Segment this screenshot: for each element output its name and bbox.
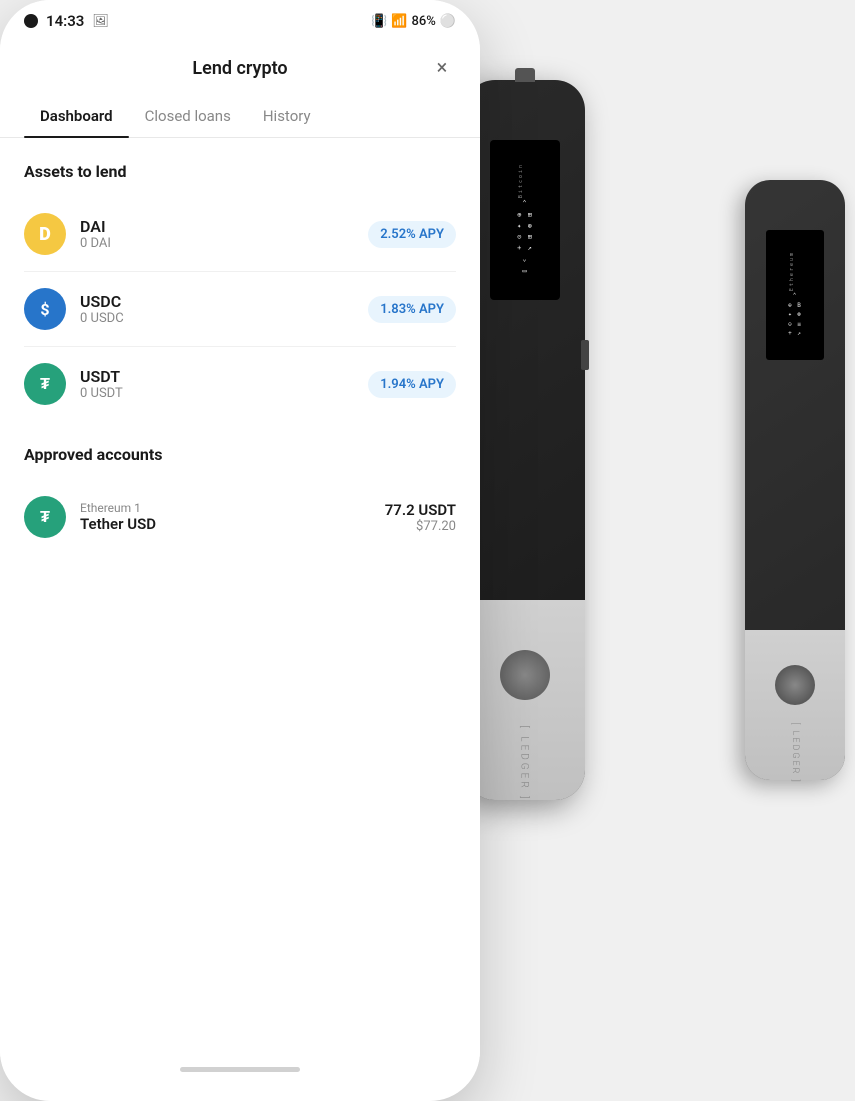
usdc-name: USDC: [80, 292, 368, 311]
image-icon: 🖼: [92, 14, 109, 29]
account-usdt-symbol: ₮: [40, 507, 50, 527]
main-content: Assets to lend D DAI 0 DAI 2.52% APY: [0, 138, 480, 1055]
usdc-balance: 0 USDC: [80, 311, 368, 326]
account-item-usdt[interactable]: ₮ Ethereum 1 Tether USD 77.2 USDT $77.20: [24, 480, 456, 554]
asset-list: D DAI 0 DAI 2.52% APY $ USDC 0 USDC: [24, 197, 456, 421]
screen-content-main: Bitcoin ⌃ ⊕ ⊞ ✦ ⊛ ⊝ ⊞ + ↗ ⌄ ▭: [517, 163, 533, 276]
usdt-balance: 0 USDT: [80, 386, 368, 401]
ledger-bottom-main: [ LEDGER ]: [465, 600, 585, 800]
amount-fiat: $77.20: [385, 519, 456, 534]
modal-container: Lend crypto × Dashboard Closed loans His…: [0, 38, 480, 1084]
ledger-body-main: Bitcoin ⌃ ⊕ ⊞ ✦ ⊛ ⊝ ⊞ + ↗ ⌄ ▭ [ LEDGER ]: [465, 80, 585, 800]
tab-closed-loans[interactable]: Closed loans: [129, 95, 247, 137]
asset-item-usdt[interactable]: ₮ USDT 0 USDT 1.94% APY: [24, 347, 456, 421]
home-bar: [180, 1067, 300, 1072]
signal-icon: 📶: [391, 14, 407, 29]
dai-name: DAI: [80, 217, 368, 236]
usdc-symbol: $: [40, 300, 49, 319]
usdc-info: USDC 0 USDC: [80, 292, 368, 326]
dai-info: DAI 0 DAI: [80, 217, 368, 251]
usdt-apy: 1.94% APY: [368, 371, 456, 398]
amount-value: 77.2 USDT: [385, 501, 456, 519]
dai-symbol: D: [39, 224, 51, 245]
status-time: 14:33: [46, 12, 84, 30]
usdt-symbol: ₮: [40, 374, 50, 394]
ledger-bottom-secondary: [ LEDGER ]: [745, 630, 845, 780]
usdc-icon: $: [24, 288, 66, 330]
ledger-brand-text-secondary: [ LEDGER ]: [790, 722, 800, 783]
account-name: Tether USD: [80, 515, 385, 533]
usdc-apy: 1.83% APY: [368, 296, 456, 323]
ledger-right-button[interactable]: [581, 340, 589, 370]
dai-apy: 2.52% APY: [368, 221, 456, 248]
phone-shell: 14:33 🖼 📳 📶 86% ⚪ Lend crypto × Dashboar…: [0, 0, 480, 1101]
assets-section-title: Assets to lend: [24, 162, 456, 181]
status-icons: 📳 📶 86% ⚪: [371, 14, 456, 29]
screen-content-secondary: Ethereum ⌃ ⊕ B ✦ ⊛ ⊝ ≡ + ↗: [788, 251, 802, 339]
account-usdt-icon: ₮: [24, 496, 66, 538]
ledger-brand-text-main: [ LEDGER ]: [519, 725, 532, 801]
asset-item-usdc[interactable]: $ USDC 0 USDC 1.83% APY: [24, 272, 456, 347]
ledger-screen-secondary: Ethereum ⌃ ⊕ B ✦ ⊛ ⊝ ≡ + ↗: [766, 230, 824, 360]
devices-container: Bitcoin ⌃ ⊕ ⊞ ✦ ⊛ ⊝ ⊞ + ↗ ⌄ ▭ [ LEDGER ]: [435, 0, 855, 1101]
ledger-body-secondary: Ethereum ⌃ ⊕ B ✦ ⊛ ⊝ ≡ + ↗ [ LEDGER ]: [745, 180, 845, 780]
vibrate-icon: 📳: [371, 14, 387, 29]
status-bar: 14:33 🖼 📳 📶 86% ⚪: [0, 0, 480, 38]
tab-history[interactable]: History: [247, 95, 327, 137]
camera-dot: [24, 14, 38, 28]
ledger-bottom-button-secondary[interactable]: [775, 665, 815, 705]
ledger-usb: [515, 68, 535, 82]
usdt-info: USDT 0 USDT: [80, 367, 368, 401]
dai-icon: D: [24, 213, 66, 255]
ledger-bottom-button-main[interactable]: [500, 650, 550, 700]
modal-header: Lend crypto ×: [0, 38, 480, 95]
approved-accounts-section: Approved accounts ₮ Ethereum 1 Tether US…: [24, 445, 456, 554]
approved-section-title: Approved accounts: [24, 445, 456, 464]
modal-title: Lend crypto: [192, 58, 287, 79]
battery-icon: ⚪: [440, 14, 456, 29]
asset-item-dai[interactable]: D DAI 0 DAI 2.52% APY: [24, 197, 456, 272]
account-usdt-info: Ethereum 1 Tether USD: [80, 501, 385, 533]
close-button[interactable]: ×: [428, 53, 456, 81]
battery-level: 86%: [411, 14, 435, 29]
ledger-device-main: Bitcoin ⌃ ⊕ ⊞ ✦ ⊛ ⊝ ⊞ + ↗ ⌄ ▭ [ LEDGER ]: [465, 80, 585, 800]
usdt-icon: ₮: [24, 363, 66, 405]
ledger-device-secondary: Ethereum ⌃ ⊕ B ✦ ⊛ ⊝ ≡ + ↗ [ LEDGER ]: [745, 180, 845, 780]
dai-balance: 0 DAI: [80, 236, 368, 251]
bottom-indicator: [0, 1055, 480, 1084]
tabs-container: Dashboard Closed loans History: [0, 95, 480, 138]
account-amount-info: 77.2 USDT $77.20: [385, 501, 456, 534]
ledger-screen-main: Bitcoin ⌃ ⊕ ⊞ ✦ ⊛ ⊝ ⊞ + ↗ ⌄ ▭: [490, 140, 560, 300]
account-sub-label: Ethereum 1: [80, 501, 385, 515]
tab-dashboard[interactable]: Dashboard: [24, 95, 129, 137]
usdt-name: USDT: [80, 367, 368, 386]
